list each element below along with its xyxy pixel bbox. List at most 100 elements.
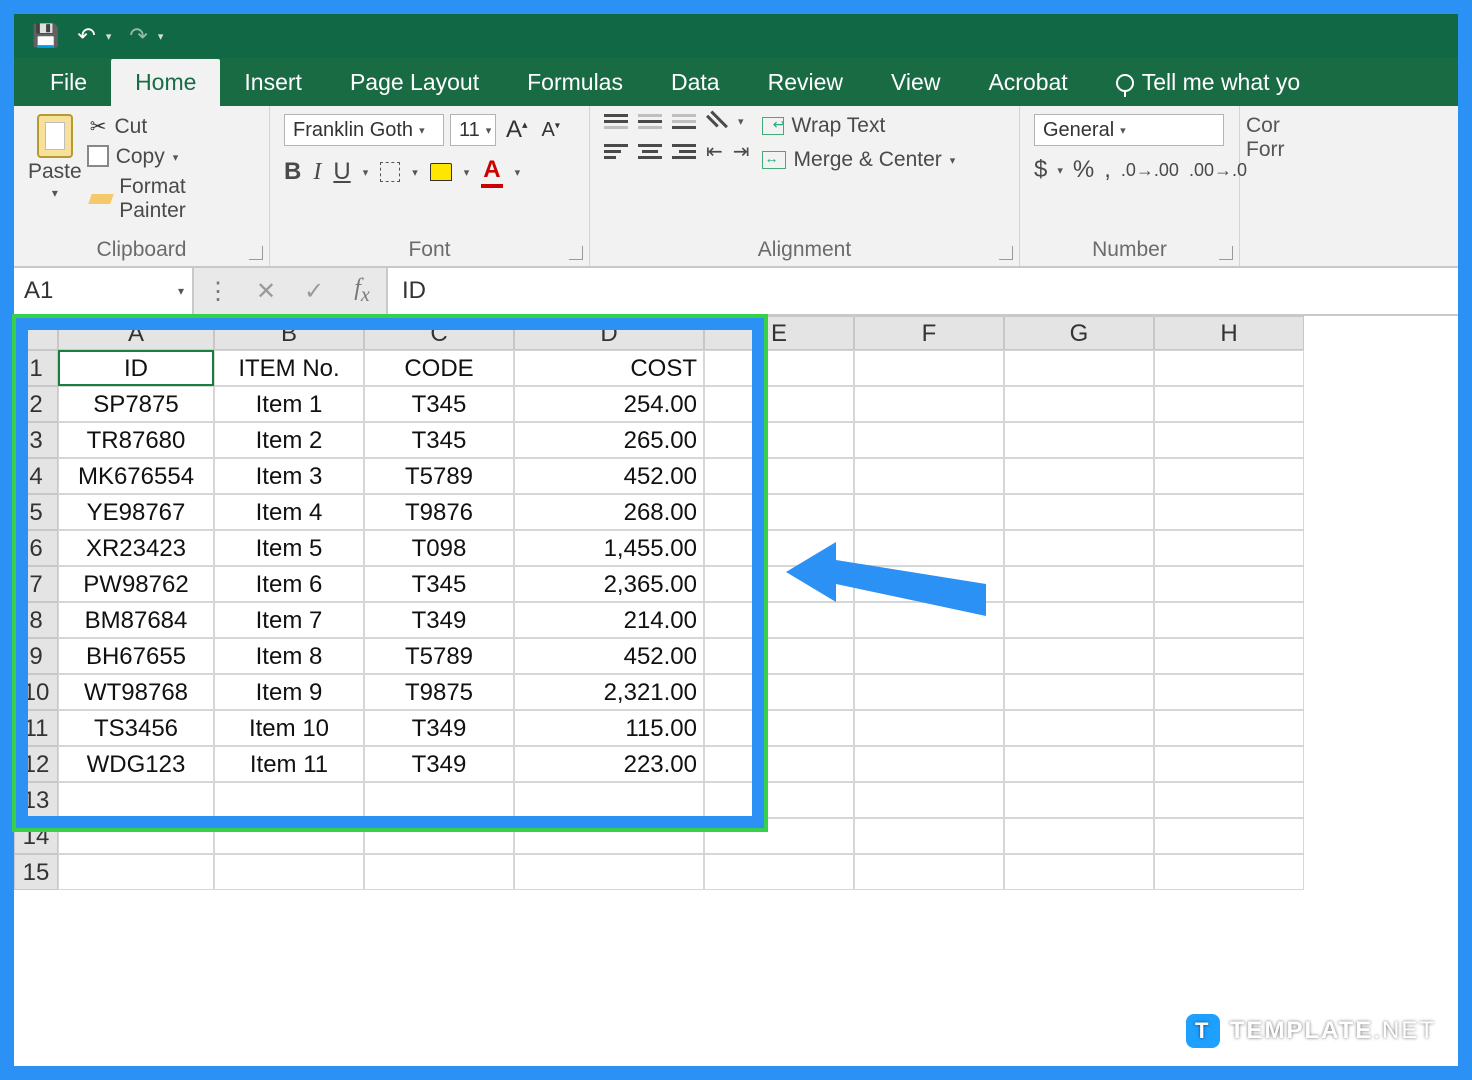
alignment-dialog-launcher-icon[interactable] xyxy=(999,246,1013,260)
copy-dropdown-icon[interactable]: ▾ xyxy=(173,151,179,164)
cell-D7[interactable]: 2,365.00 xyxy=(514,566,704,602)
cell-F14[interactable] xyxy=(854,818,1004,854)
cell-G12[interactable] xyxy=(1004,746,1154,782)
cell-H5[interactable] xyxy=(1154,494,1304,530)
cell-F13[interactable] xyxy=(854,782,1004,818)
decrease-indent-icon[interactable]: ⇤ xyxy=(706,139,723,164)
cell-H4[interactable] xyxy=(1154,458,1304,494)
cell-B12[interactable]: Item 11 xyxy=(214,746,364,782)
cell-E9[interactable] xyxy=(704,638,854,674)
cell-C1[interactable]: CODE xyxy=(364,350,514,386)
tab-review[interactable]: Review xyxy=(744,59,867,106)
cell-C5[interactable]: T9876 xyxy=(364,494,514,530)
cell-G8[interactable] xyxy=(1004,602,1154,638)
cell-G11[interactable] xyxy=(1004,710,1154,746)
cell-G15[interactable] xyxy=(1004,854,1154,890)
cell-A15[interactable] xyxy=(58,854,214,890)
cell-A3[interactable]: TR87680 xyxy=(58,422,214,458)
cell-B11[interactable]: Item 10 xyxy=(214,710,364,746)
cell-G3[interactable] xyxy=(1004,422,1154,458)
cell-G14[interactable] xyxy=(1004,818,1154,854)
column-header-B[interactable]: B xyxy=(214,316,364,350)
column-header-H[interactable]: H xyxy=(1154,316,1304,350)
row-header-14[interactable]: 14 xyxy=(14,818,58,854)
cell-E11[interactable] xyxy=(704,710,854,746)
tab-page-layout[interactable]: Page Layout xyxy=(326,59,503,106)
cell-H10[interactable] xyxy=(1154,674,1304,710)
cancel-formula-icon[interactable]: ✕ xyxy=(242,277,290,306)
decrease-font-icon[interactable]: A▾ xyxy=(538,119,564,142)
row-header-9[interactable]: 9 xyxy=(14,638,58,674)
row-header-7[interactable]: 7 xyxy=(14,566,58,602)
cell-E7[interactable] xyxy=(704,566,854,602)
align-right-icon[interactable] xyxy=(672,144,696,159)
orientation-icon[interactable] xyxy=(706,111,728,133)
row-header-11[interactable]: 11 xyxy=(14,710,58,746)
cut-button[interactable]: ✂ Cut xyxy=(90,114,255,139)
increase-decimal-icon[interactable]: .0→.00 xyxy=(1121,160,1179,181)
cell-F1[interactable] xyxy=(854,350,1004,386)
column-header-A[interactable]: A xyxy=(58,316,214,350)
cell-C4[interactable]: T5789 xyxy=(364,458,514,494)
cell-F4[interactable] xyxy=(854,458,1004,494)
increase-font-icon[interactable]: A▴ xyxy=(502,116,532,144)
cell-D14[interactable] xyxy=(514,818,704,854)
column-header-C[interactable]: C xyxy=(364,316,514,350)
cell-B1[interactable]: ITEM No. xyxy=(214,350,364,386)
cell-B13[interactable] xyxy=(214,782,364,818)
cell-B6[interactable]: Item 5 xyxy=(214,530,364,566)
cell-D11[interactable]: 115.00 xyxy=(514,710,704,746)
cell-A9[interactable]: BH67655 xyxy=(58,638,214,674)
cell-H11[interactable] xyxy=(1154,710,1304,746)
qat-customize-icon[interactable]: ▾ xyxy=(158,30,164,43)
fill-dropdown-icon[interactable]: ▾ xyxy=(464,166,470,179)
cell-A1[interactable]: ID xyxy=(58,350,214,386)
cell-G10[interactable] xyxy=(1004,674,1154,710)
undo-dropdown-icon[interactable]: ▾ xyxy=(106,30,112,43)
merge-dropdown-icon[interactable]: ▾ xyxy=(950,154,956,167)
number-format-combo[interactable]: General▾ xyxy=(1034,114,1224,146)
cell-F10[interactable] xyxy=(854,674,1004,710)
cell-E6[interactable] xyxy=(704,530,854,566)
cell-F12[interactable] xyxy=(854,746,1004,782)
cell-E10[interactable] xyxy=(704,674,854,710)
column-header-G[interactable]: G xyxy=(1004,316,1154,350)
cell-A11[interactable]: TS3456 xyxy=(58,710,214,746)
cell-H3[interactable] xyxy=(1154,422,1304,458)
cell-F11[interactable] xyxy=(854,710,1004,746)
cell-H7[interactable] xyxy=(1154,566,1304,602)
tab-insert[interactable]: Insert xyxy=(220,59,326,106)
row-header-6[interactable]: 6 xyxy=(14,530,58,566)
cell-C15[interactable] xyxy=(364,854,514,890)
cell-E3[interactable] xyxy=(704,422,854,458)
cell-A2[interactable]: SP7875 xyxy=(58,386,214,422)
clipboard-dialog-launcher-icon[interactable] xyxy=(249,246,263,260)
format-painter-button[interactable]: Format Painter xyxy=(90,175,255,223)
column-header-E[interactable]: E xyxy=(704,316,854,350)
cell-F9[interactable] xyxy=(854,638,1004,674)
cell-C8[interactable]: T349 xyxy=(364,602,514,638)
cell-E14[interactable] xyxy=(704,818,854,854)
save-icon[interactable]: 💾 xyxy=(32,23,59,49)
tell-me-search[interactable]: Tell me what yo xyxy=(1092,59,1325,106)
cell-C13[interactable] xyxy=(364,782,514,818)
underline-button[interactable]: U xyxy=(333,158,350,186)
cell-H14[interactable] xyxy=(1154,818,1304,854)
tab-home[interactable]: Home xyxy=(111,59,220,106)
cell-E4[interactable] xyxy=(704,458,854,494)
cell-A4[interactable]: MK676554 xyxy=(58,458,214,494)
tab-file[interactable]: File xyxy=(26,59,111,106)
row-header-1[interactable]: 1 xyxy=(14,350,58,386)
font-color-icon[interactable]: A xyxy=(481,156,502,188)
cell-H2[interactable] xyxy=(1154,386,1304,422)
cell-F6[interactable] xyxy=(854,530,1004,566)
cell-G5[interactable] xyxy=(1004,494,1154,530)
cell-D3[interactable]: 265.00 xyxy=(514,422,704,458)
format-table-partial[interactable]: Forr xyxy=(1246,138,1285,162)
accounting-dropdown-icon[interactable]: ▾ xyxy=(1057,164,1063,177)
tab-view[interactable]: View xyxy=(867,59,964,106)
conditional-formatting-partial[interactable]: Cor xyxy=(1246,114,1285,138)
cell-E8[interactable] xyxy=(704,602,854,638)
align-middle-icon[interactable] xyxy=(638,114,662,129)
cell-B10[interactable]: Item 9 xyxy=(214,674,364,710)
